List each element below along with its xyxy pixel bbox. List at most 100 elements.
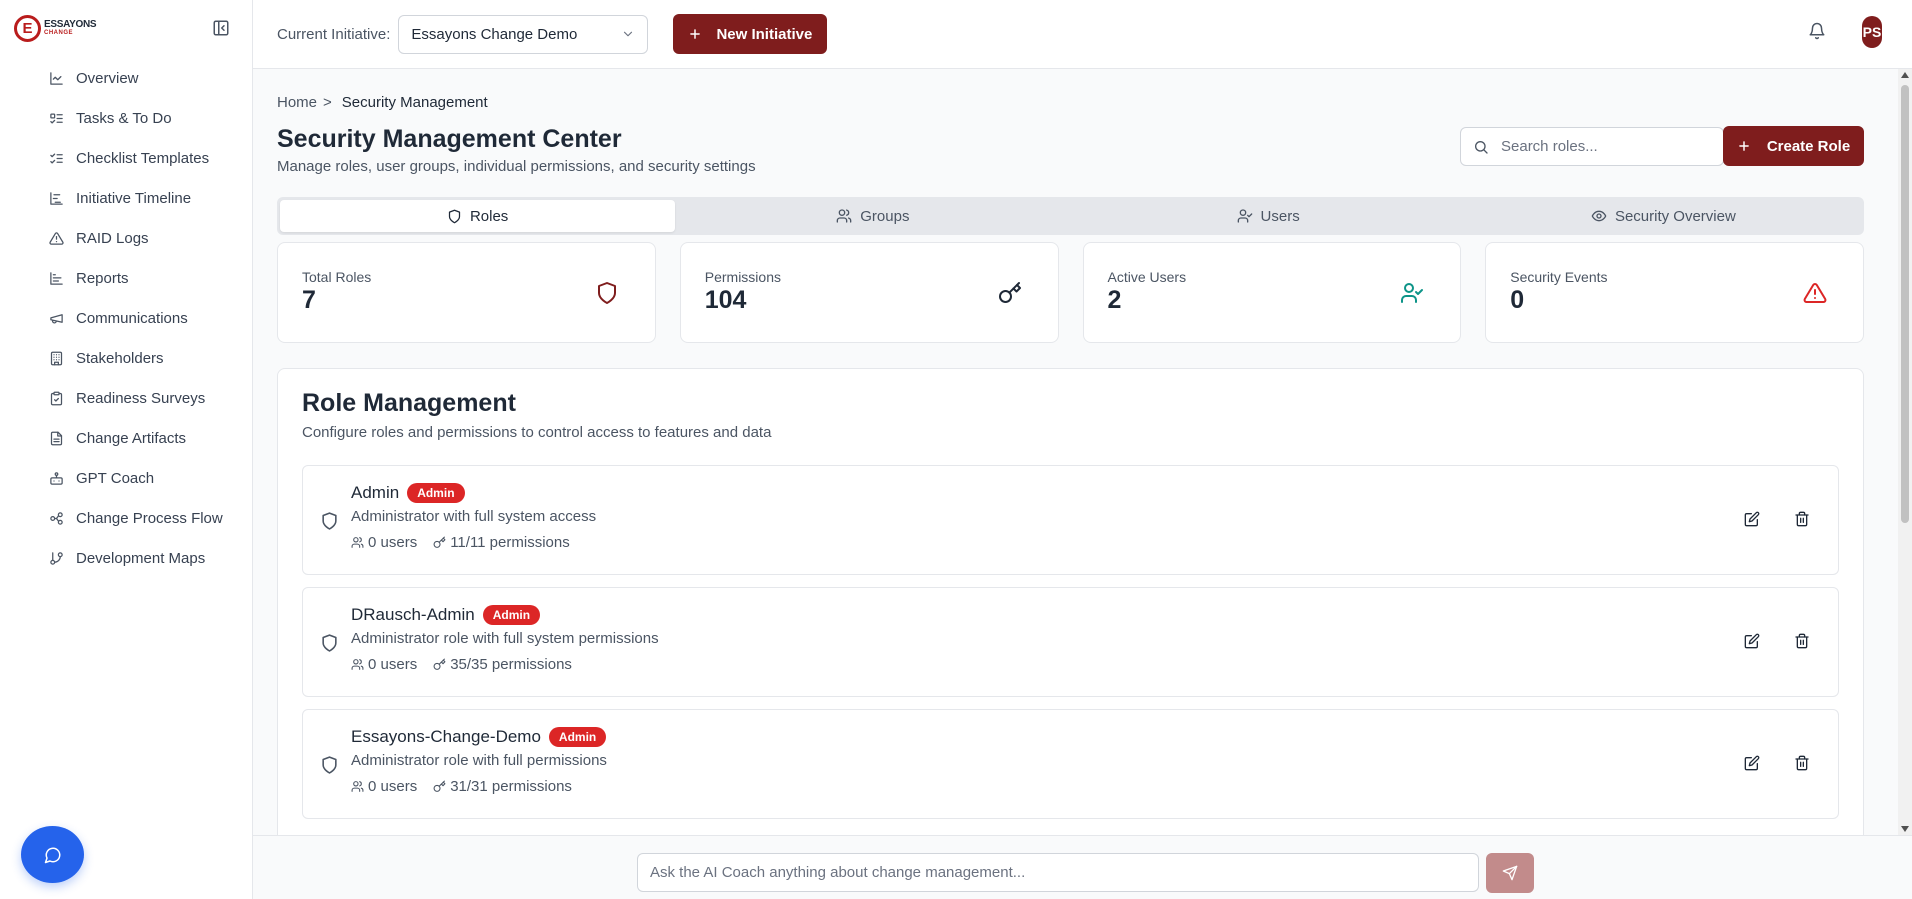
send-button[interactable]: [1486, 853, 1534, 893]
role-card[interactable]: Essayons-Change-Demo Admin Administrator…: [302, 709, 1839, 819]
role-users: 0 users: [351, 656, 417, 673]
stat-value: 7: [302, 286, 316, 314]
search-box: [1460, 127, 1724, 166]
role-name: DRausch-Admin: [351, 605, 475, 624]
main-scrollbar[interactable]: [1898, 69, 1912, 835]
role-description: Administrator role with full permissions: [351, 752, 607, 769]
shield-icon: [595, 281, 619, 305]
shield-icon: [320, 633, 339, 653]
avatar[interactable]: PS: [1862, 16, 1882, 48]
user-check-icon: [1400, 281, 1424, 305]
alert-triangle-icon: [1803, 281, 1827, 305]
role-badge: Admin: [482, 605, 541, 625]
role-users: 0 users: [351, 778, 417, 795]
shield-icon: [320, 511, 339, 531]
stat-label: Active Users: [1107, 269, 1187, 285]
tab-label: Security Overview: [1614, 207, 1736, 225]
sidebar-item-label: Tasks & To Do: [76, 109, 172, 127]
key-icon: [433, 536, 446, 549]
sidebar-collapse-icon[interactable]: [212, 19, 230, 37]
role-badge: Admin: [548, 727, 607, 747]
tab-groups[interactable]: Groups: [675, 200, 1070, 232]
sidebar-item-gpt-coach[interactable]: GPT Coach: [0, 458, 252, 498]
ai-coach-input[interactable]: [637, 853, 1479, 892]
logo-text: ESSAYONS CHANGE: [44, 20, 97, 37]
tab-label: Users: [1260, 207, 1300, 225]
sidebar-item-stakeholders[interactable]: Stakeholders: [0, 338, 252, 378]
create-role-button[interactable]: Create Role: [1723, 126, 1864, 166]
bell-icon[interactable]: [1808, 22, 1826, 40]
sidebar-item-checklist-templates[interactable]: Checklist Templates: [0, 138, 252, 178]
panel-title: Role Management: [302, 389, 516, 417]
search-input[interactable]: [1501, 138, 1701, 155]
sidebar-item-change-artifacts[interactable]: Change Artifacts: [0, 418, 252, 458]
role-actions: [1744, 755, 1810, 771]
scroll-down-arrow[interactable]: [1901, 826, 1909, 832]
sidebar-item-overview[interactable]: Overview: [0, 58, 252, 98]
role-name-row: Essayons-Change-Demo Admin: [351, 727, 607, 747]
tab-roles[interactable]: Roles: [280, 200, 676, 232]
bot-icon: [49, 471, 64, 486]
list-todo-icon: [49, 111, 64, 126]
role-card[interactable]: Admin Admin Administrator with full syst…: [302, 465, 1839, 575]
logo[interactable]: E ESSAYONS CHANGE: [14, 14, 97, 42]
sidebar-item-raid-logs[interactable]: RAID Logs: [0, 218, 252, 258]
tab-label: Roles: [469, 207, 509, 225]
stat-label: Total Roles: [302, 269, 372, 285]
role-body: Essayons-Change-Demo Admin Administrator…: [351, 727, 607, 795]
role-users-count: 0 users: [368, 534, 418, 551]
role-users-count: 0 users: [368, 656, 418, 673]
sidebar-item-reports[interactable]: Reports: [0, 258, 252, 298]
sidebar-item-communications[interactable]: Communications: [0, 298, 252, 338]
users-icon: [351, 536, 364, 549]
sidebar-item-tasks[interactable]: Tasks & To Do: [0, 98, 252, 138]
chat-fab-button[interactable]: [21, 826, 84, 883]
gantt-icon: [49, 191, 64, 206]
stat-card-active-users: Active Users 2: [1082, 242, 1462, 343]
scroll-thumb[interactable]: [1901, 85, 1909, 523]
sidebar-item-development-maps[interactable]: Development Maps: [0, 538, 252, 578]
flow-icon: [49, 511, 64, 526]
role-permissions: 35/35 permissions: [433, 656, 572, 673]
trash-icon[interactable]: [1794, 511, 1810, 527]
stat-card-total-roles: Total Roles 7: [277, 242, 656, 343]
role-permissions: 31/31 permissions: [433, 778, 572, 795]
trash-icon[interactable]: [1794, 755, 1810, 771]
plus-icon: [688, 27, 702, 41]
role-meta: 0 users 11/11 permissions: [351, 534, 596, 551]
building-icon: [49, 351, 64, 366]
stat-value: 2: [1107, 286, 1122, 314]
sidebar-item-readiness-surveys[interactable]: Readiness Surveys: [0, 378, 252, 418]
breadcrumb-home[interactable]: Home: [277, 94, 317, 111]
logo-mark: E: [14, 14, 41, 42]
tab-security-overview[interactable]: Security Overview: [1466, 200, 1861, 232]
topbar: Current Initiative: Essayons Change Demo…: [253, 0, 1912, 69]
tab-users[interactable]: Users: [1071, 200, 1466, 232]
role-users-count: 0 users: [368, 778, 418, 795]
shield-icon: [447, 209, 462, 224]
sidebar-item-change-process-flow[interactable]: Change Process Flow: [0, 498, 252, 538]
stat-card-permissions: Permissions 104: [679, 242, 1059, 343]
role-name: Essayons-Change-Demo: [351, 727, 541, 746]
ai-coach-bar: [253, 835, 1912, 899]
sidebar-item-label: Stakeholders: [76, 349, 164, 367]
trash-icon[interactable]: [1794, 633, 1810, 649]
edit-icon[interactable]: [1744, 511, 1760, 527]
initiative-select[interactable]: Essayons Change Demo: [398, 14, 649, 54]
role-permissions-count: 35/35 permissions: [450, 656, 572, 673]
sidebar-item-label: Initiative Timeline: [76, 189, 192, 207]
scroll-up-arrow[interactable]: [1901, 72, 1909, 78]
edit-icon[interactable]: [1744, 755, 1760, 771]
role-card[interactable]: DRausch-Admin Admin Administrator role w…: [302, 587, 1839, 697]
megaphone-icon: [49, 311, 64, 326]
sidebar-header: E ESSAYONS CHANGE: [0, 0, 252, 56]
tab-bar: Roles Groups Users Security Overview: [277, 197, 1864, 235]
sidebar-item-label: Communications: [76, 309, 188, 327]
breadcrumb-current: Security Management: [341, 94, 488, 111]
tab-label: Groups: [860, 207, 910, 225]
role-permissions: 11/11 permissions: [433, 534, 570, 551]
sidebar-item-initiative-timeline[interactable]: Initiative Timeline: [0, 178, 252, 218]
new-initiative-button[interactable]: New Initiative: [673, 14, 828, 54]
edit-icon[interactable]: [1744, 633, 1760, 649]
line-chart-icon: [49, 71, 64, 86]
